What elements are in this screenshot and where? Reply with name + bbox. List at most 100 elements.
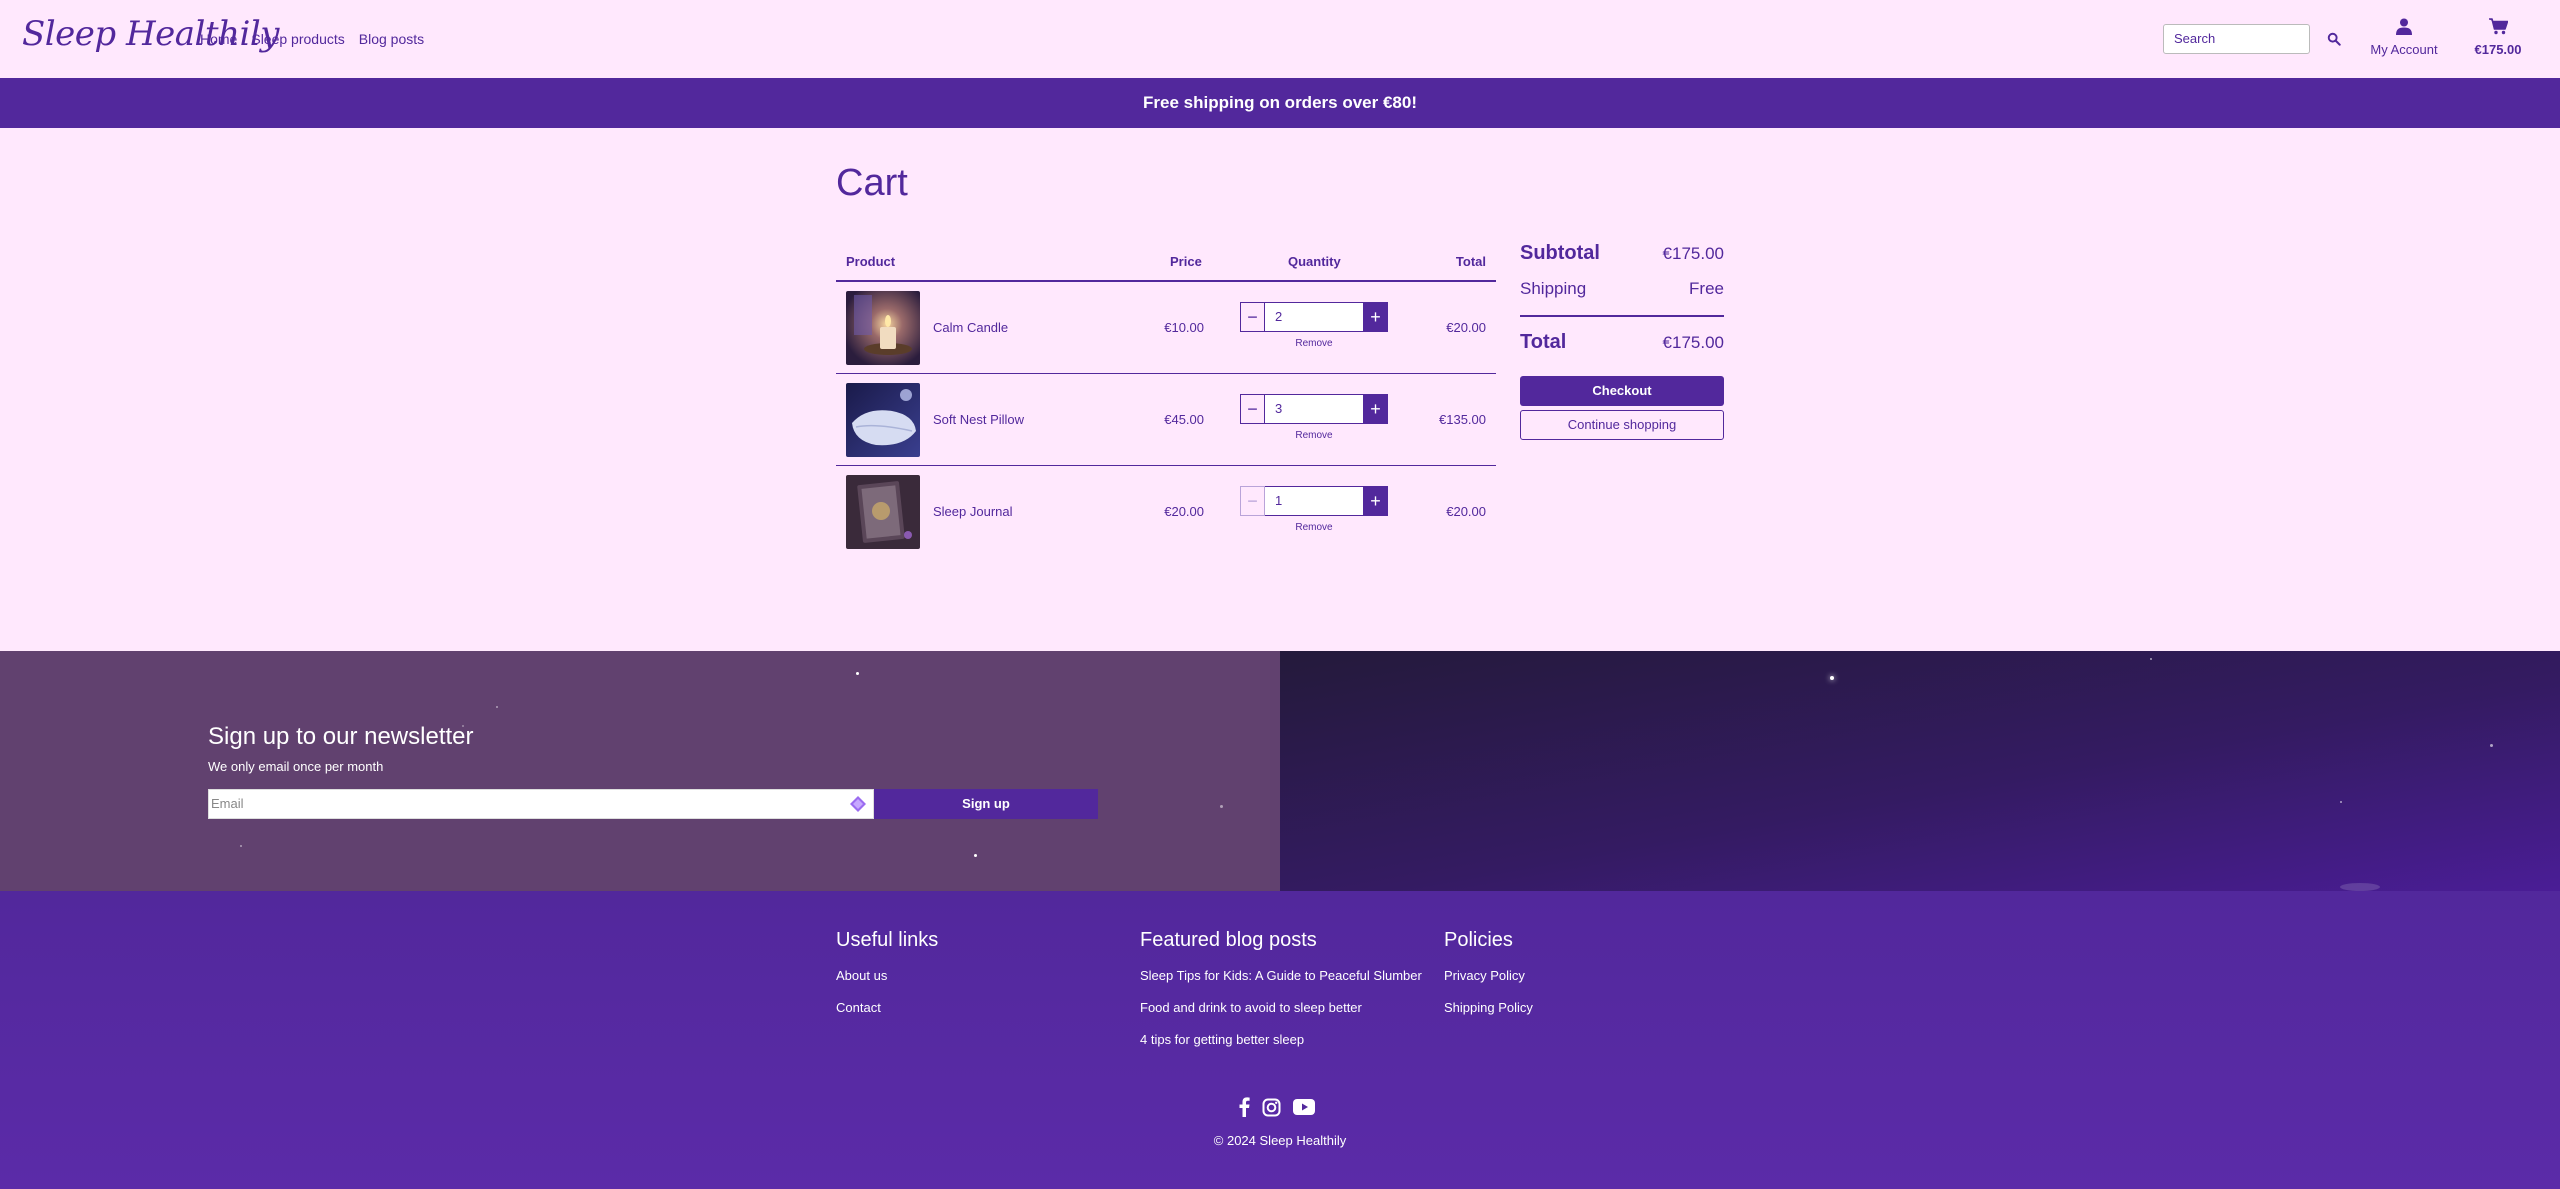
cart-row: Sleep Journal €20.00 − 1 + Remove €20.00 <box>836 466 1496 558</box>
decrease-quantity-button[interactable]: − <box>1240 302 1265 332</box>
total-label: Total <box>1520 331 1567 353</box>
header-quantity: Quantity <box>1288 254 1341 269</box>
increase-quantity-button[interactable]: + <box>1363 302 1388 332</box>
search-button[interactable] <box>2322 27 2346 51</box>
newsletter-subtitle: We only email once per month <box>208 759 384 774</box>
footer-useful-links: Useful links About us Contact <box>836 929 938 1032</box>
footer-link-shipping[interactable]: Shipping Policy <box>1444 1000 1533 1015</box>
minus-icon: − <box>1247 306 1258 327</box>
newsletter-title: Sign up to our newsletter <box>208 723 474 750</box>
total-line: Total €175.00 <box>1520 331 1724 354</box>
footer-link-about[interactable]: About us <box>836 968 938 983</box>
copyright: © 2024 Sleep Healthily <box>1213 1133 1347 1148</box>
quantity-stepper: − 2 + <box>1240 302 1388 332</box>
password-manager-icon[interactable] <box>849 795 867 813</box>
star-decoration <box>2340 883 2380 891</box>
youtube-icon[interactable] <box>1293 1099 1315 1115</box>
quantity-input[interactable]: 2 <box>1265 302 1363 332</box>
cart-link[interactable]: €175.00 <box>2470 18 2526 57</box>
cart-row: Soft Nest Pillow €45.00 − 3 + Remove €13… <box>836 374 1496 466</box>
summary-divider <box>1520 315 1724 317</box>
subtotal-label: Subtotal <box>1520 242 1600 264</box>
quantity-input[interactable]: 1 <box>1265 486 1363 516</box>
star-decoration <box>2490 744 2493 747</box>
night-sky-image <box>1280 651 2560 891</box>
plus-icon: + <box>1370 490 1381 511</box>
cart-table: Product Price Quantity Total Calm Candle… <box>836 240 1496 558</box>
footer-blog-posts: Featured blog posts Sleep Tips for Kids:… <box>1140 929 1422 1064</box>
subtotal-value: €175.00 <box>1662 244 1724 263</box>
star-decoration <box>856 672 859 675</box>
increase-quantity-button[interactable]: + <box>1363 486 1388 516</box>
cart-row: Calm Candle €10.00 − 2 + Remove €20.00 <box>836 282 1496 374</box>
footer-link-privacy[interactable]: Privacy Policy <box>1444 968 1533 983</box>
star-decoration <box>974 854 977 857</box>
product-price: €45.00 <box>1164 412 1204 427</box>
star-decoration <box>240 845 242 847</box>
shipping-value: Free <box>1689 279 1724 298</box>
quantity-input[interactable]: 3 <box>1265 394 1363 424</box>
email-placeholder: Email <box>211 796 244 811</box>
subtotal-line: Subtotal €175.00 <box>1520 242 1724 265</box>
quantity-stepper: − 3 + <box>1240 394 1388 424</box>
newsletter-form: Email Sign up <box>208 789 1098 819</box>
nav-home[interactable]: Home <box>200 31 237 47</box>
decrease-quantity-button[interactable]: − <box>1240 486 1265 516</box>
shipping-label: Shipping <box>1520 279 1587 298</box>
product-image-sleep-journal[interactable] <box>846 475 920 549</box>
star-decoration <box>1830 676 1834 680</box>
header-cart-total: €175.00 <box>2474 42 2522 57</box>
total-value: €175.00 <box>1662 333 1724 352</box>
quantity-stepper: − 1 + <box>1240 486 1388 516</box>
decrease-quantity-button[interactable]: − <box>1240 394 1265 424</box>
newsletter-section: Sign up to our newsletter We only email … <box>0 651 2560 891</box>
product-image-calm-candle[interactable] <box>846 291 920 365</box>
plus-icon: + <box>1370 306 1381 327</box>
cart-icon <box>2488 18 2508 35</box>
social-links <box>1238 1097 1315 1117</box>
search-input[interactable]: Search <box>2163 24 2310 54</box>
search-icon <box>2327 32 2341 46</box>
footer-policies-title: Policies <box>1444 929 1513 951</box>
product-name[interactable]: Sleep Journal <box>933 504 1013 519</box>
shipping-line: Shipping Free <box>1520 279 1724 299</box>
account-link[interactable]: My Account <box>2368 18 2440 57</box>
remove-link[interactable]: Remove <box>1240 522 1388 533</box>
header-price: Price <box>1170 254 1202 269</box>
product-image-soft-nest-pillow[interactable] <box>846 383 920 457</box>
row-total: €20.00 <box>1446 320 1486 335</box>
main-nav: Home Sleep products Blog posts <box>200 31 424 47</box>
footer-useful-title: Useful links <box>836 929 939 951</box>
instagram-icon[interactable] <box>1262 1098 1281 1117</box>
page-title: Cart <box>836 162 908 204</box>
footer-link-blog-2[interactable]: Food and drink to avoid to sleep better <box>1140 1000 1422 1015</box>
newsletter-panel: Sign up to our newsletter We only email … <box>0 651 1280 891</box>
minus-icon: − <box>1247 490 1258 511</box>
star-decoration <box>496 706 498 708</box>
email-field[interactable]: Email <box>208 789 874 819</box>
header-total: Total <box>1455 254 1486 269</box>
site-footer: Useful links About us Contact Featured b… <box>0 891 2560 1189</box>
increase-quantity-button[interactable]: + <box>1363 394 1388 424</box>
remove-link[interactable]: Remove <box>1240 338 1388 349</box>
star-decoration <box>2340 801 2342 803</box>
nav-sleep-products[interactable]: Sleep products <box>251 31 344 47</box>
footer-link-blog-1[interactable]: Sleep Tips for Kids: A Guide to Peaceful… <box>1140 968 1422 983</box>
shipping-banner: Free shipping on orders over €80! <box>0 78 2560 128</box>
product-price: €10.00 <box>1164 320 1204 335</box>
continue-shopping-button[interactable]: Continue shopping <box>1520 410 1724 440</box>
product-name[interactable]: Calm Candle <box>933 320 1008 335</box>
cart-table-header: Product Price Quantity Total <box>836 240 1496 282</box>
facebook-icon[interactable] <box>1238 1097 1250 1117</box>
order-summary: Subtotal €175.00 Shipping Free Total €17… <box>1520 240 1724 440</box>
footer-link-contact[interactable]: Contact <box>836 1000 938 1015</box>
signup-button[interactable]: Sign up <box>874 789 1098 819</box>
minus-icon: − <box>1247 398 1258 419</box>
product-name[interactable]: Soft Nest Pillow <box>933 412 1024 427</box>
account-label: My Account <box>2370 42 2438 57</box>
footer-link-blog-3[interactable]: 4 tips for getting better sleep <box>1140 1032 1422 1047</box>
nav-blog-posts[interactable]: Blog posts <box>359 31 424 47</box>
site-header: Sleep Healthily Home Sleep products Blog… <box>0 0 2560 78</box>
remove-link[interactable]: Remove <box>1240 430 1388 441</box>
checkout-button[interactable]: Checkout <box>1520 376 1724 406</box>
